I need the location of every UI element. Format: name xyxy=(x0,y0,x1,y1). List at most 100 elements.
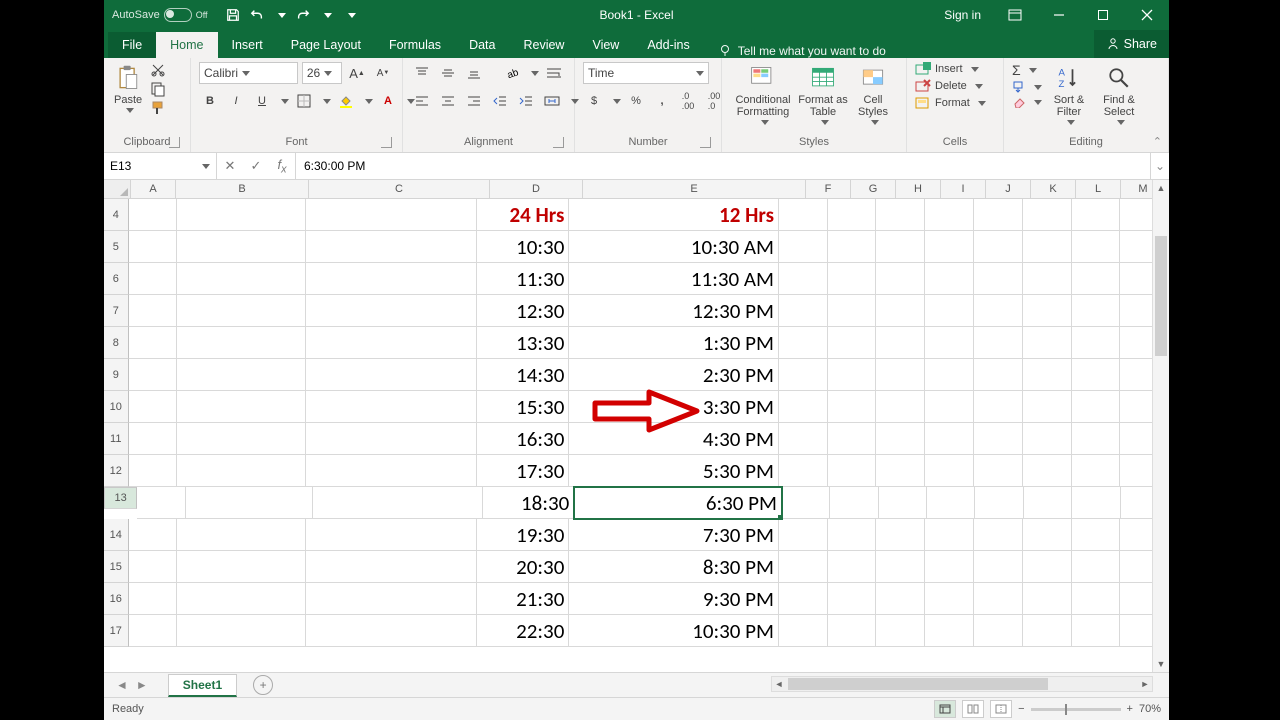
normal-view-icon[interactable] xyxy=(934,700,956,718)
tab-review[interactable]: Review xyxy=(509,32,578,58)
cell[interactable]: 6:30 PM xyxy=(574,487,782,519)
row-header[interactable]: 16 xyxy=(104,583,129,615)
decrease-indent-icon[interactable] xyxy=(489,90,511,112)
cell[interactable] xyxy=(1072,583,1121,615)
cell[interactable] xyxy=(828,551,877,583)
cell[interactable] xyxy=(177,231,305,263)
cell[interactable] xyxy=(1072,231,1121,263)
tab-data[interactable]: Data xyxy=(455,32,509,58)
cell[interactable] xyxy=(779,615,828,647)
cancel-formula-icon[interactable]: ✕ xyxy=(217,158,243,174)
cell[interactable]: 11:30 AM xyxy=(569,263,779,295)
share-button[interactable]: Share xyxy=(1094,30,1169,58)
cell[interactable] xyxy=(1023,263,1072,295)
cell[interactable] xyxy=(129,359,178,391)
enter-formula-icon[interactable]: ✓ xyxy=(243,158,269,174)
cell[interactable]: 15:30 xyxy=(477,391,569,423)
zoom-in-button[interactable]: + xyxy=(1127,703,1133,715)
cell[interactable] xyxy=(779,423,828,455)
cell[interactable] xyxy=(306,423,478,455)
cell[interactable] xyxy=(306,295,478,327)
cell[interactable] xyxy=(1072,391,1121,423)
increase-decimal-icon[interactable]: .0.00 xyxy=(677,90,699,112)
cell[interactable] xyxy=(1072,487,1120,519)
italic-button[interactable]: I xyxy=(225,90,247,112)
cell[interactable]: 17:30 xyxy=(477,455,569,487)
insert-cells-button[interactable]: Insert xyxy=(915,62,995,76)
dialog-launcher-icon[interactable] xyxy=(553,137,564,148)
cell[interactable] xyxy=(925,455,974,487)
align-bottom-icon[interactable] xyxy=(463,62,485,84)
new-sheet-button[interactable]: + xyxy=(253,675,273,695)
dialog-launcher-icon[interactable] xyxy=(169,137,180,148)
cell[interactable]: 3:30 PM xyxy=(569,391,779,423)
cell[interactable] xyxy=(1072,455,1121,487)
cell[interactable] xyxy=(1023,359,1072,391)
cell[interactable] xyxy=(129,615,178,647)
cell[interactable] xyxy=(876,327,925,359)
cell[interactable] xyxy=(828,391,877,423)
column-headers[interactable]: ABCDEFGHIJKLM xyxy=(104,180,1169,199)
cell[interactable] xyxy=(177,295,305,327)
cell[interactable] xyxy=(1072,295,1121,327)
cell[interactable] xyxy=(828,199,877,231)
cell[interactable] xyxy=(876,519,925,551)
cell[interactable]: 1:30 PM xyxy=(569,327,779,359)
cell[interactable]: 12 Hrs xyxy=(569,199,779,231)
zoom-out-button[interactable]: − xyxy=(1018,703,1024,715)
wrap-text-icon[interactable] xyxy=(543,62,565,84)
cell[interactable] xyxy=(779,327,828,359)
cell[interactable] xyxy=(828,455,877,487)
find-select-button[interactable]: Find & Select xyxy=(1096,62,1142,125)
cell[interactable] xyxy=(925,615,974,647)
tab-page-layout[interactable]: Page Layout xyxy=(277,32,375,58)
cell[interactable] xyxy=(1072,615,1121,647)
cell[interactable] xyxy=(1023,231,1072,263)
cell[interactable]: 13:30 xyxy=(477,327,569,359)
cell[interactable] xyxy=(925,263,974,295)
row-header[interactable]: 4 xyxy=(104,199,129,231)
format-cells-button[interactable]: Format xyxy=(915,96,995,110)
cell[interactable] xyxy=(876,391,925,423)
font-color-icon[interactable]: A xyxy=(377,90,399,112)
cell[interactable] xyxy=(876,295,925,327)
cell[interactable]: 8:30 PM xyxy=(569,551,779,583)
qat-more-icon[interactable] xyxy=(348,13,356,18)
scroll-right-icon[interactable]: ► xyxy=(1138,677,1152,691)
expand-formula-bar-icon[interactable]: ⌄ xyxy=(1150,153,1169,179)
row-header[interactable]: 13 xyxy=(104,487,137,509)
cell[interactable] xyxy=(129,327,178,359)
borders-icon[interactable] xyxy=(293,90,315,112)
conditional-formatting-button[interactable]: Conditional Formatting xyxy=(730,62,796,125)
cell[interactable]: 10:30 AM xyxy=(569,231,779,263)
cell[interactable] xyxy=(1072,423,1121,455)
cell[interactable] xyxy=(830,487,878,519)
cell[interactable] xyxy=(306,583,478,615)
cell[interactable] xyxy=(306,263,478,295)
cell[interactable] xyxy=(974,551,1023,583)
cell[interactable] xyxy=(177,551,305,583)
sheet-nav-next-icon[interactable]: ► xyxy=(136,678,148,692)
cell[interactable] xyxy=(925,327,974,359)
accounting-format-icon[interactable]: $ xyxy=(583,90,605,112)
cell[interactable] xyxy=(129,583,178,615)
cell[interactable] xyxy=(876,359,925,391)
cell[interactable] xyxy=(129,551,178,583)
cell[interactable] xyxy=(779,359,828,391)
horizontal-scrollbar[interactable]: ◄ ► xyxy=(771,676,1153,692)
cell[interactable]: 11:30 xyxy=(477,263,569,295)
row-header[interactable]: 14 xyxy=(104,519,129,551)
cell[interactable] xyxy=(177,263,305,295)
cell[interactable] xyxy=(925,423,974,455)
cell[interactable]: 9:30 PM xyxy=(569,583,779,615)
delete-cells-button[interactable]: Delete xyxy=(915,79,995,93)
sheet-tab-active[interactable]: Sheet1 xyxy=(168,674,237,697)
cell[interactable] xyxy=(1023,455,1072,487)
autosum-button[interactable]: Σ xyxy=(1012,62,1042,78)
sort-filter-button[interactable]: AZ Sort & Filter xyxy=(1046,62,1092,125)
cell[interactable] xyxy=(876,263,925,295)
cell[interactable] xyxy=(782,487,830,519)
fill-button[interactable] xyxy=(1012,81,1042,93)
column-header[interactable]: F xyxy=(806,180,851,198)
cell[interactable] xyxy=(779,519,828,551)
